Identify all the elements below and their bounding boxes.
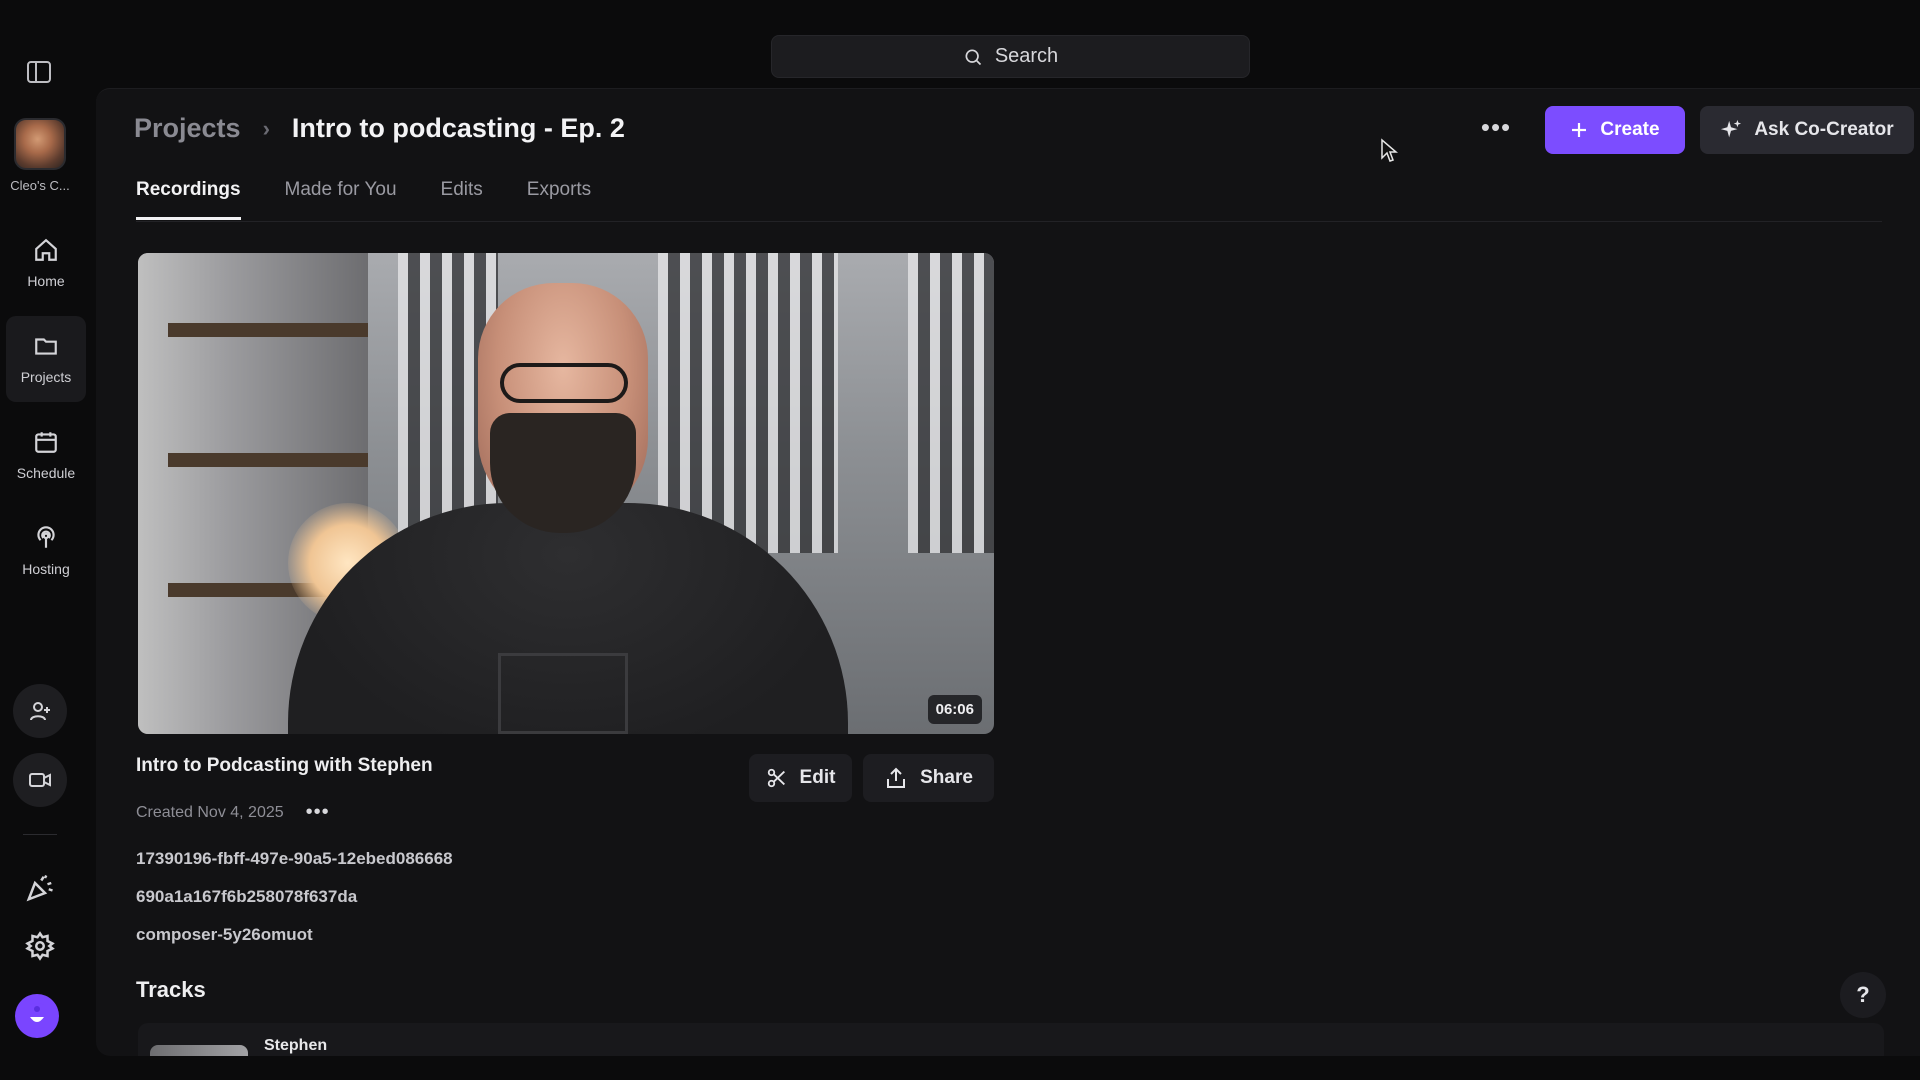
user-avatar-icon: [24, 1003, 50, 1029]
record-button[interactable]: [13, 753, 67, 807]
main-panel: Projects › Intro to podcasting - Ep. 2 •…: [96, 88, 1920, 1063]
sidebar-item-label: Home: [27, 273, 65, 289]
chevron-right-icon: ›: [262, 115, 270, 141]
sparkle-icon: [1721, 119, 1742, 138]
calendar-icon: [35, 432, 57, 453]
add-user-icon: [30, 702, 50, 721]
tabs-divider: [136, 221, 1882, 222]
help-button[interactable]: ?: [1840, 972, 1886, 1018]
video-bg-panel: [908, 253, 994, 553]
ask-co-creator-label: Ask Co-Creator: [1754, 119, 1894, 140]
recording-meta: Created Nov 4, 2025 •••: [136, 801, 330, 824]
page-title: Intro to podcasting - Ep. 2: [291, 113, 625, 143]
workspace-avatar: [14, 118, 66, 170]
user-avatar[interactable]: [15, 994, 59, 1038]
edit-label: Edit: [799, 767, 836, 788]
podcast-icon: [37, 526, 55, 548]
tab-recordings[interactable]: Recordings: [136, 179, 241, 220]
duration-badge: 06:06: [927, 695, 982, 724]
recording-id: composer-5y26omuot: [136, 925, 313, 944]
party-popper-icon: [26, 874, 53, 902]
video-shirt-logo: [498, 653, 628, 734]
share-upload-icon: [887, 767, 906, 788]
recording-title: Intro to Podcasting with Stephen: [136, 755, 433, 776]
video-camera-icon: [29, 773, 51, 787]
video-bg-shelf-board: [168, 323, 368, 337]
sidebar-toggle-icon[interactable]: [26, 60, 52, 84]
workspace-label: Cleo's C...: [10, 178, 70, 193]
recording-id: 17390196-fbff-497e-90a5-12ebed086668: [136, 849, 453, 868]
tab-bar: Recordings Made for You Edits Exports: [136, 179, 591, 220]
ask-co-creator-button[interactable]: Ask Co-Creator: [1700, 106, 1914, 154]
workspace-switcher[interactable]: Cleo's C...: [0, 118, 80, 193]
sidebar-item-home[interactable]: Home: [6, 220, 86, 306]
tab-edits[interactable]: Edits: [441, 179, 483, 220]
tab-made-for-you[interactable]: Made for You: [285, 179, 397, 220]
breadcrumb: Projects › Intro to podcasting - Ep. 2: [134, 113, 625, 144]
sidebar-divider: [23, 834, 57, 835]
create-label: Create: [1600, 119, 1660, 140]
recording-id: 690a1a167f6b258078f637da: [136, 887, 358, 906]
sidebar-item-hosting[interactable]: Hosting: [6, 508, 86, 594]
sidebar-item-label: Schedule: [16, 465, 76, 481]
plus-icon: [1572, 123, 1587, 137]
bottom-bar: [0, 1056, 1920, 1080]
track-name: Stephen: [264, 1037, 328, 1054]
video-thumbnail[interactable]: 06:06: [138, 253, 994, 734]
video-subject-glasses: [500, 363, 628, 403]
share-button[interactable]: Share: [863, 754, 994, 802]
breadcrumb-projects-link[interactable]: Projects: [134, 113, 241, 144]
sidebar: Cleo's C... Home Projects Schedule Hosti…: [0, 0, 86, 1080]
recording-ids: 17390196-fbff-497e-90a5-12ebed086668 690…: [136, 849, 453, 945]
search-icon: [965, 49, 981, 65]
mouse-cursor-icon: [1381, 138, 1398, 162]
search-placeholder: Search: [994, 45, 1059, 67]
video-bg-shelf-board: [168, 453, 368, 467]
gear-icon: [25, 931, 55, 961]
sidebar-item-label: Hosting: [22, 561, 70, 577]
search-bar[interactable]: Search: [771, 35, 1250, 78]
sidebar-item-schedule[interactable]: Schedule: [6, 412, 86, 498]
sidebar-item-projects[interactable]: Projects: [6, 316, 86, 402]
recording-more-button[interactable]: •••: [306, 801, 330, 824]
share-label: Share: [920, 767, 973, 788]
scissors-icon: [767, 768, 785, 788]
create-button[interactable]: Create: [1545, 106, 1685, 154]
more-options-button[interactable]: •••: [1476, 107, 1516, 147]
tracks-heading: Tracks: [136, 977, 206, 1002]
whats-new-button[interactable]: [24, 872, 56, 904]
settings-button[interactable]: [24, 930, 56, 962]
invite-user-button[interactable]: [13, 684, 67, 738]
tab-exports[interactable]: Exports: [527, 179, 591, 220]
video-bg-panel: [658, 253, 838, 553]
sidebar-item-label: Projects: [20, 369, 72, 385]
created-date: Created Nov 4, 2025: [136, 803, 284, 821]
edit-button[interactable]: Edit: [749, 754, 852, 802]
folder-icon: [35, 338, 57, 355]
home-icon: [35, 238, 57, 261]
top-bar: Search: [0, 0, 1920, 88]
